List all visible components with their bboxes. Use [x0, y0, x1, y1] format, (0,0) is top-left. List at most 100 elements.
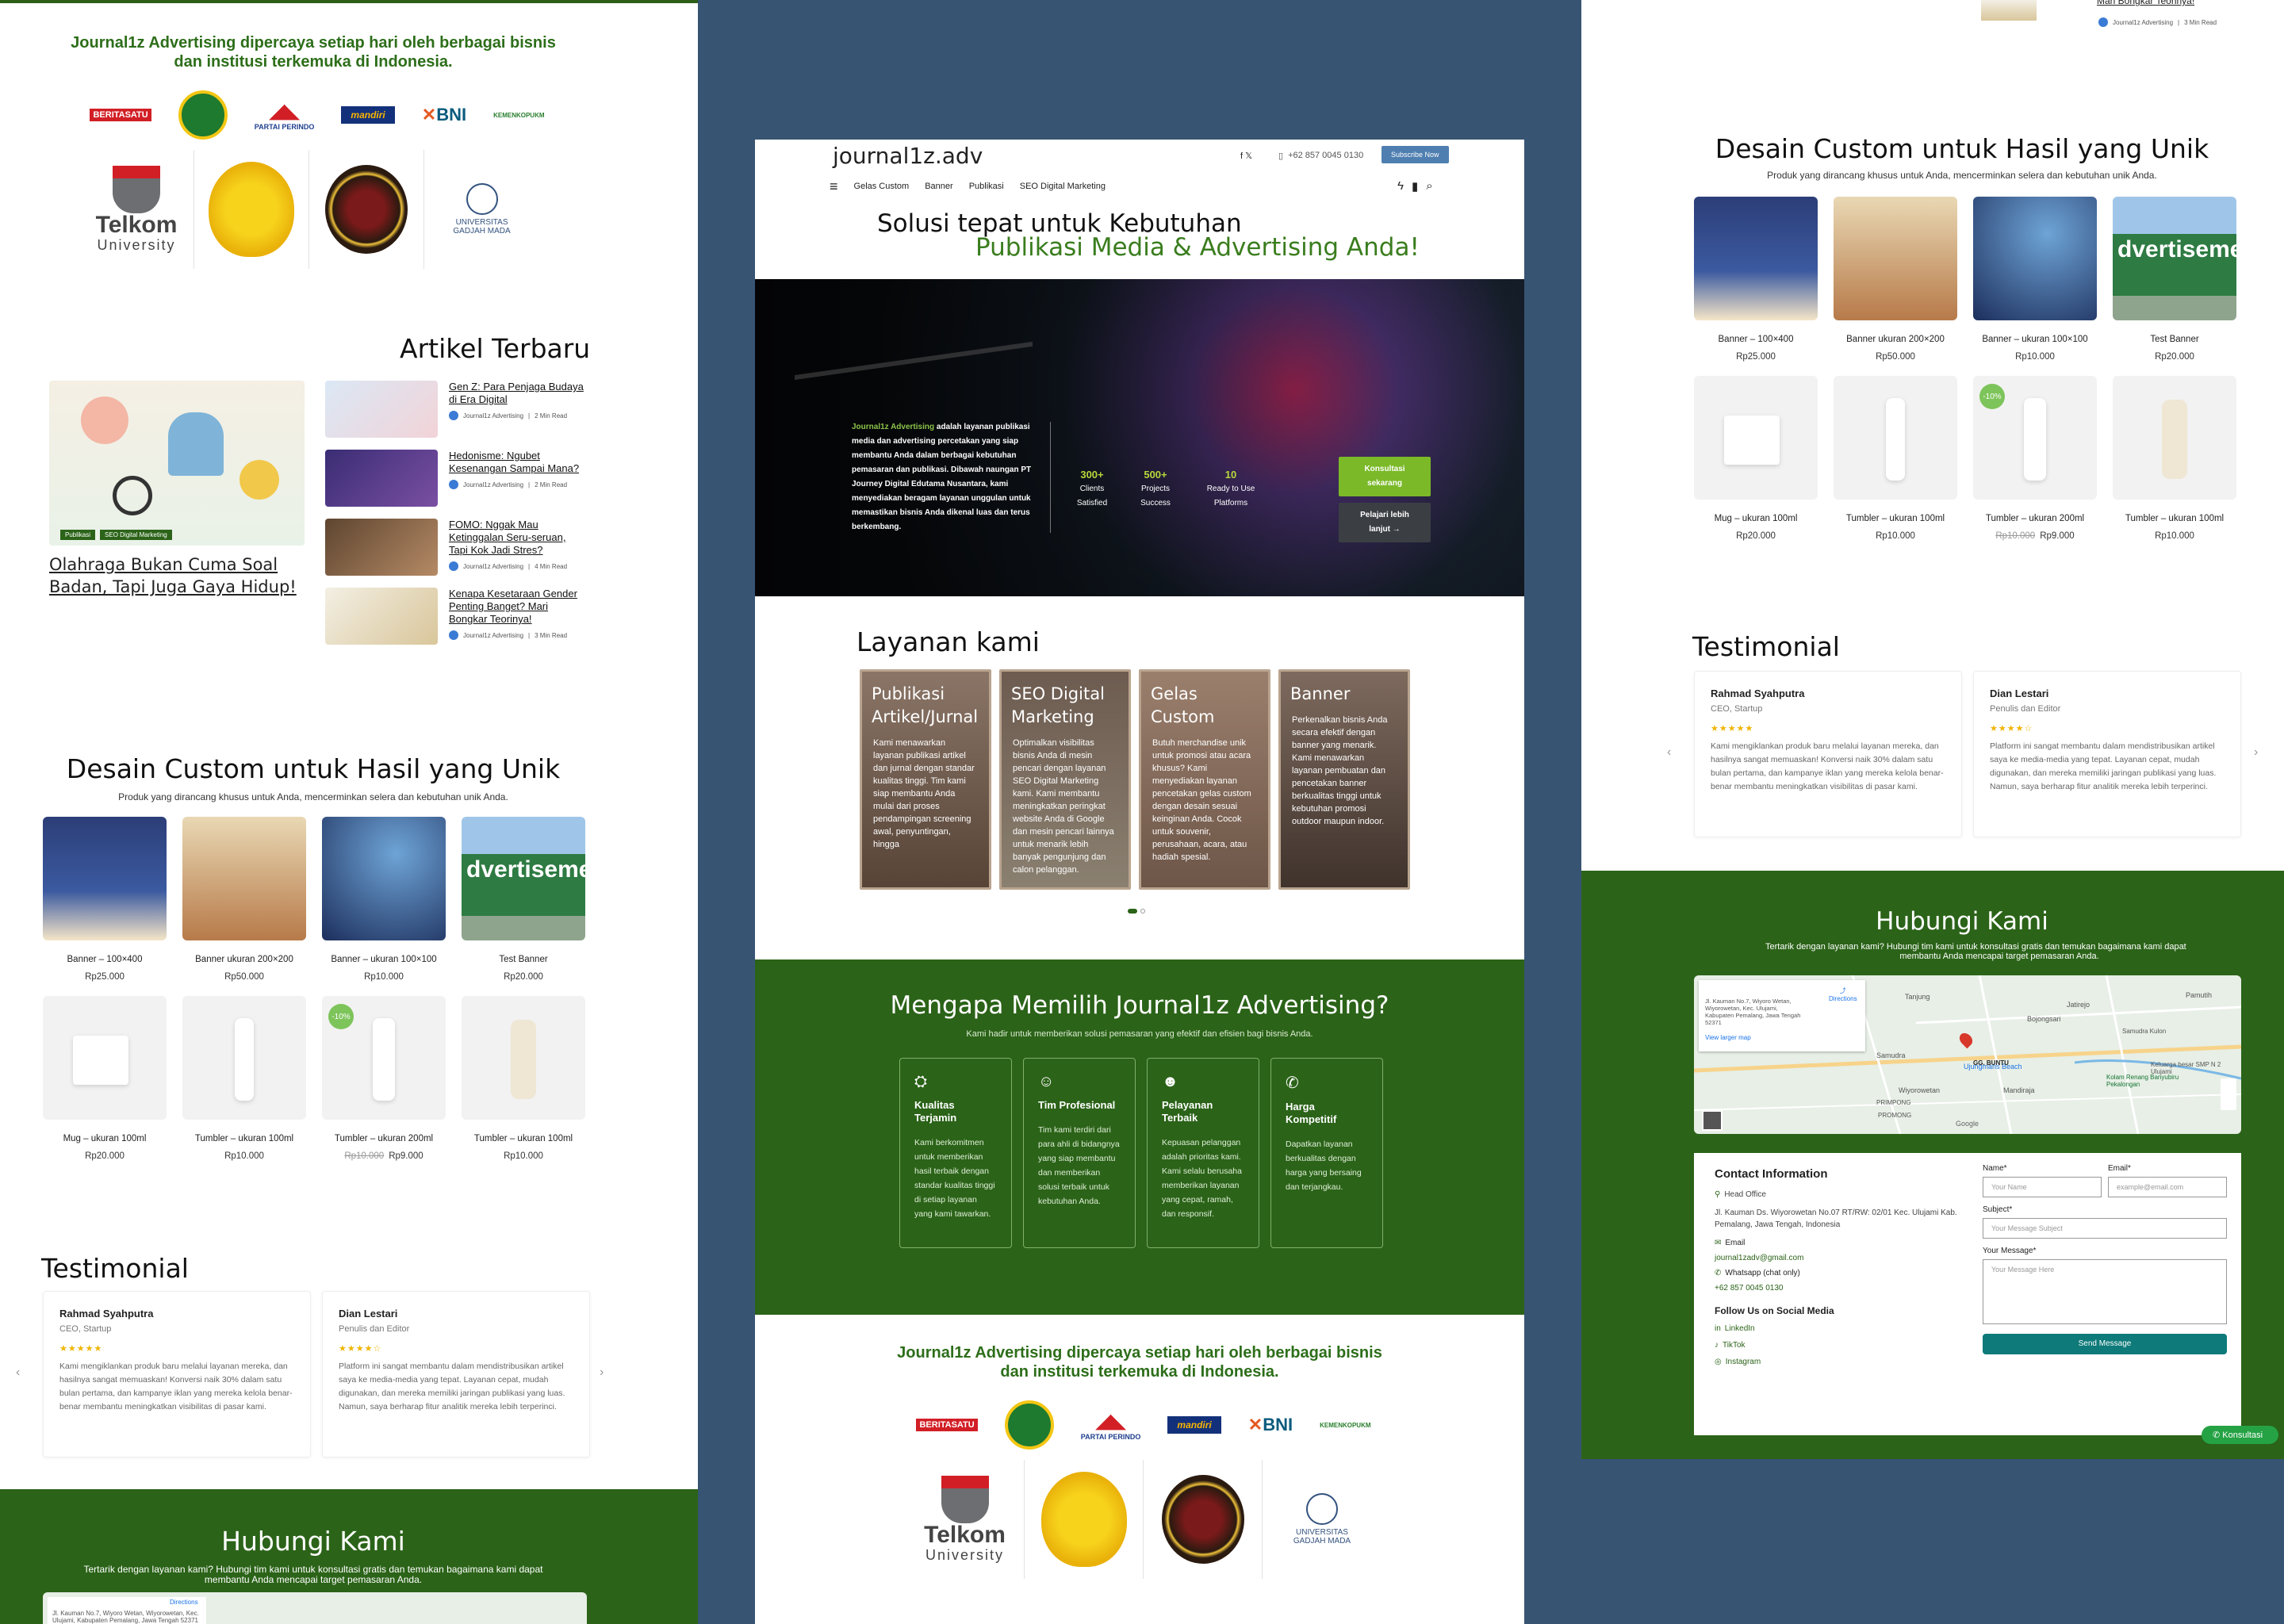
send-message-button[interactable]: Send Message: [1983, 1334, 2227, 1354]
discount-badge: -10%: [328, 1004, 354, 1029]
mandiri-logo: mandiri: [341, 99, 395, 131]
product-image: [2113, 376, 2236, 500]
product-grid: Banner – 100×400 Rp25.000 Banner ukuran 2…: [1694, 197, 2236, 541]
article-thumbnail: [325, 588, 438, 645]
article-item[interactable]: Hedonisme: Ngubet Kesenangan Sampai Mana…: [325, 450, 587, 507]
bolt-icon[interactable]: ϟ: [1397, 179, 1404, 193]
konsultasi-button[interactable]: Konsultasi sekarang: [1339, 457, 1431, 496]
product-card[interactable]: Banner ukuran 200×200 Rp50.000: [182, 817, 306, 982]
product-image: -10%: [322, 996, 446, 1120]
verified-icon: [2098, 17, 2108, 27]
message-textarea[interactable]: Your Message Here: [1983, 1259, 2227, 1324]
name-input[interactable]: Your Name: [1983, 1177, 2102, 1197]
product-card[interactable]: Mug – ukuran 100ml Rp20.000: [1694, 376, 1818, 541]
nav-seo[interactable]: SEO Digital Marketing: [1020, 182, 1106, 191]
carousel-dots[interactable]: [1128, 909, 1145, 914]
map-embed[interactable]: Jl. Kauman No.7 Jl. Kauman No.7, Wiyoro …: [1694, 975, 2241, 1134]
tag-publikasi[interactable]: Publikasi: [60, 530, 96, 540]
product-card[interactable]: Mug – ukuran 100ml Rp20.000: [43, 996, 167, 1161]
map-embed[interactable]: Jl. Kauman No.7 Jl. Kauman No.7, Wiyoro W…: [43, 1592, 587, 1624]
hamburger-menu-icon[interactable]: ≡: [830, 179, 838, 193]
product-image: [1694, 376, 1818, 500]
map-zoom-controls[interactable]: + −: [2221, 1078, 2236, 1110]
service-card[interactable]: Banner Perkenalkan bisnis Anda secara efe…: [1278, 669, 1410, 890]
article-item[interactable]: Gen Z: Para Penjaga Budaya di Era Digita…: [325, 381, 587, 438]
product-card[interactable]: Banner ukuran 200×200 Rp50.000: [1834, 197, 1957, 362]
perindo-logo: ◢◣ PARTAI PERINDO: [254, 100, 315, 131]
kemenkop-logo: KEMENKOPUKM: [493, 111, 545, 119]
service-card[interactable]: SEO Digital Marketing Optimalkan visibili…: [999, 669, 1131, 890]
product-image: [1694, 197, 1818, 320]
service-icon: ☻: [1162, 1073, 1179, 1090]
nav-gelas-custom[interactable]: Gelas Custom: [854, 182, 910, 191]
testimonial-card: Rahmad Syahputra CEO, Startup ★★★★★ Kami me…: [43, 1291, 311, 1457]
team-icon: ☺: [1038, 1073, 1055, 1090]
left-page-preview: Journal1z Advertising dipercaya setiap h…: [0, 0, 698, 1624]
article-title[interactable]: Hedonisme: Ngubet Kesenangan Sampai Mana…: [449, 450, 587, 475]
product-grid: Banner – 100×400 Rp25.000 Banner ukuran 2…: [43, 817, 585, 1161]
featured-article[interactable]: Publikasi SEO Digital Marketing Olahraga…: [49, 381, 305, 598]
main-nav: ≡ Gelas Custom Banner Publikasi SEO Digi…: [830, 179, 1106, 193]
subscribe-button[interactable]: Subscribe Now: [1382, 146, 1449, 163]
product-card[interactable]: Tumbler – ukuran 100ml Rp10.000: [182, 996, 306, 1161]
article-item[interactable]: FOMO: Nggak Mau Ketinggalan Seru-seruan,…: [325, 519, 587, 576]
right-page-preview: Mari Bongkar Teorinya! Journal1z Adverti…: [1581, 0, 2284, 1459]
search-icon[interactable]: ⌕: [1426, 179, 1432, 193]
email-icon: ✉: [1715, 1239, 1722, 1247]
next-arrow-icon[interactable]: ›: [600, 1365, 604, 1380]
why-section: Mengapa Memilih Journal1z Advertising? K…: [755, 959, 1524, 1315]
instagram-icon: ◎: [1715, 1358, 1722, 1366]
testimonial-card: Dian Lestari Penulis dan Editor ★★★★☆ Platf…: [322, 1291, 590, 1457]
article-item[interactable]: Kenapa Kesetaraan Gender Penting Banget?…: [325, 588, 587, 645]
header-phone: ▯ +62 857 0045 0130: [1278, 151, 1364, 161]
learn-more-button[interactable]: Pelajari lebih lanjut →: [1339, 503, 1431, 542]
whatsapp-icon: ✆: [1715, 1269, 1722, 1277]
article-title[interactable]: Gen Z: Para Penjaga Budaya di Era Digita…: [449, 381, 587, 406]
bookmark-icon[interactable]: ▮: [1412, 179, 1418, 193]
perindo-logo: ◢◣ PARTAI PERINDO: [1080, 1410, 1141, 1441]
product-card[interactable]: -10% Tumbler – ukuran 200ml Rp10.000 Rp9.00…: [322, 996, 446, 1161]
telkom-university-logo: Telkom University: [906, 1460, 1025, 1579]
why-heading: Mengapa Memilih Journal1z Advertising?: [890, 991, 1389, 1020]
prev-arrow-icon[interactable]: ‹: [16, 1365, 20, 1380]
undip-logo: [309, 150, 425, 269]
desain-heading: Desain Custom untuk Hasil yang Unik: [1715, 133, 2209, 164]
nav-publikasi[interactable]: Publikasi: [969, 182, 1004, 191]
product-card[interactable]: Tumbler – ukuran 100ml Rp10.000: [462, 996, 585, 1161]
product-card[interactable]: Banner – 100×400 Rp25.000: [43, 817, 167, 982]
view-larger-map-link[interactable]: View larger map: [1705, 1034, 1859, 1041]
service-card[interactable]: Publikasi Artikel/Jurnal Kami menawarkan …: [860, 669, 991, 890]
tag-seo[interactable]: SEO Digital Marketing: [100, 530, 172, 540]
featured-article-title[interactable]: Olahraga Bukan Cuma Soal Badan, Tapi Jug…: [49, 553, 305, 598]
nav-banner[interactable]: Banner: [925, 182, 952, 191]
product-card[interactable]: -10% Tumbler – ukuran 200ml Rp10.000 Rp9.00…: [1973, 376, 2097, 541]
site-logo[interactable]: journal1z.adv: [833, 143, 983, 169]
directions-link[interactable]: Directions: [170, 1599, 198, 1606]
verified-icon: [449, 411, 458, 420]
service-card[interactable]: Gelas Custom Butuh merchandise unik untuk…: [1139, 669, 1270, 890]
product-card[interactable]: Banner – ukuran 100×100 Rp10.000: [1973, 197, 2097, 362]
ugm-logo: UNIVERSITAS GADJAH MADA: [424, 150, 539, 269]
article-title[interactable]: FOMO: Nggak Mau Ketinggalan Seru-seruan,…: [449, 519, 587, 557]
prev-arrow-icon[interactable]: ‹: [1667, 745, 1671, 760]
product-card[interactable]: Banner – 100×400 Rp25.000: [1694, 197, 1818, 362]
verified-icon: [449, 480, 458, 489]
directions-link[interactable]: ⤴ Directions: [1829, 986, 1857, 1002]
social-icons[interactable]: f 𝕏: [1240, 151, 1252, 161]
product-card[interactable]: dvertiseme Test Banner Rp20.000: [462, 817, 585, 982]
email-input[interactable]: example@email.com: [2108, 1177, 2227, 1197]
article-list: Gen Z: Para Penjaga Budaya di Era Digita…: [325, 381, 587, 657]
linkedin-icon: in: [1715, 1324, 1721, 1333]
product-card[interactable]: Tumbler – ukuran 100ml Rp10.000: [1834, 376, 1957, 541]
next-arrow-icon[interactable]: ›: [2254, 745, 2258, 760]
map-layer-toggle[interactable]: [1702, 1110, 1723, 1131]
contact-heading: Hubungi Kami: [1876, 907, 2048, 936]
whatsapp-float-button[interactable]: ✆ Konsultasi: [2202, 1426, 2279, 1444]
subject-input[interactable]: Your Message Subject: [1983, 1218, 2227, 1239]
product-card[interactable]: Banner – ukuran 100×100 Rp10.000: [322, 817, 446, 982]
product-card[interactable]: Tumbler – ukuran 100ml Rp10.000: [2113, 376, 2236, 541]
product-card[interactable]: dvertiseme Test Banner Rp20.000: [2113, 197, 2236, 362]
instagram-link[interactable]: ◎ Instagram: [1715, 1358, 2221, 1366]
layanan-heading: Layanan kami: [856, 626, 1040, 657]
article-title[interactable]: Kenapa Kesetaraan Gender Penting Banget?…: [449, 588, 587, 626]
